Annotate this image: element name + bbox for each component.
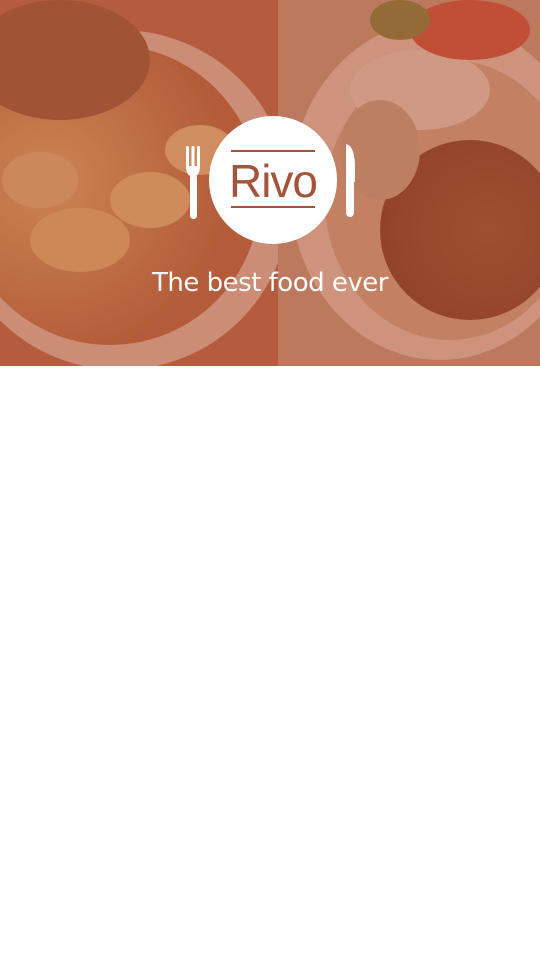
content-area [0,366,540,960]
fork-icon [186,146,200,219]
logo: Rivo [209,116,337,244]
brand-block: Rivo The best food ever [0,0,540,366]
logo-rule-bottom [231,206,315,208]
logo-rule-top [231,150,315,152]
splash-screen: Rivo The best food ever [0,0,540,960]
tagline: The best food ever [152,268,388,298]
logo-text: Rivo [228,155,318,207]
knife-icon [346,144,355,217]
